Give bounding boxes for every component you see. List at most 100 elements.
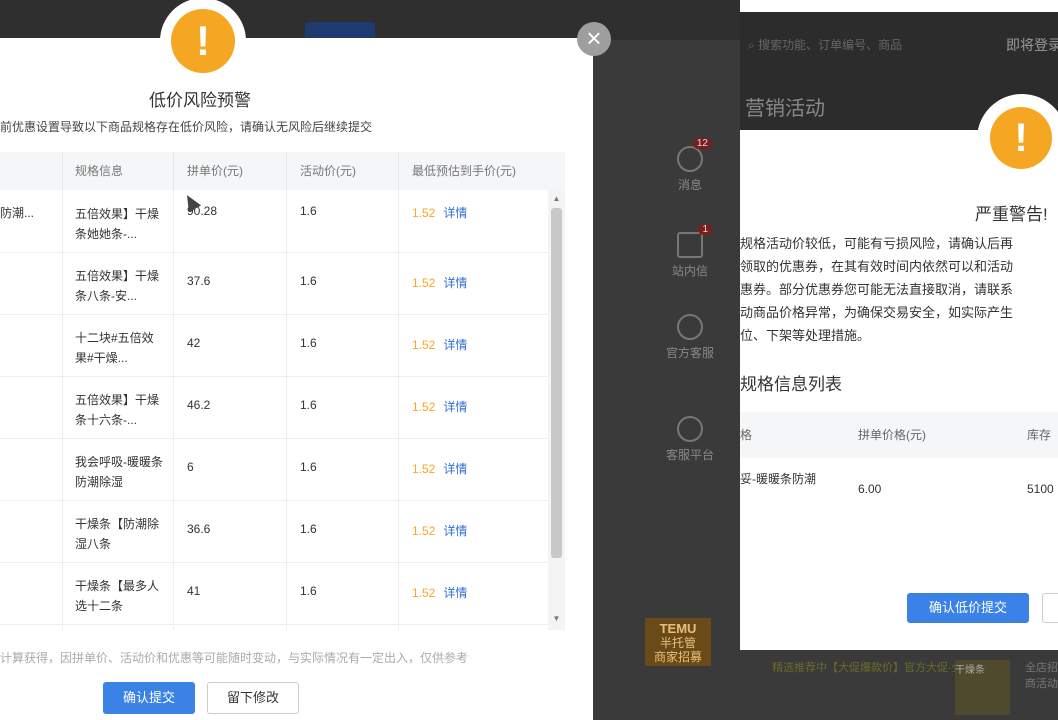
background-search: ⌕ 搜索功能、订单编号、商品 [748, 38, 903, 52]
column-divider [173, 152, 174, 190]
group-price-cell: 46.2 [187, 398, 211, 412]
stay-modify-button[interactable]: 留下修改 [207, 682, 299, 714]
sidebar-label: 客服平台 [665, 448, 714, 462]
chat-icon [677, 416, 703, 442]
background-topbar [0, 0, 740, 48]
sidebar-label: 消息 [677, 178, 702, 192]
promo-right-text: 全店招商活动 [1025, 662, 1058, 690]
column-header-lowest-price: 最低预估到手价(元) [412, 164, 516, 178]
activity-price-cell: 1.6 [300, 398, 317, 412]
background-header-link: 即将登录 [1006, 37, 1058, 53]
spec-cell: 我会呼吸-暖暖条防潮除湿 [75, 455, 163, 489]
bell-icon [677, 146, 703, 172]
table-body[interactable]: 防潮... 五倍效果】干燥条她她条-... 90.28 1.6 1.52 详情 五… [0, 190, 565, 630]
inbox-badge: 1 [698, 224, 712, 235]
detail-link[interactable]: 详情 [443, 400, 467, 414]
column-divider [286, 152, 287, 190]
activity-price-cell: 1.6 [300, 336, 317, 350]
goods-cell: 防潮... [0, 206, 35, 220]
dialog-footnote: 计算获得，因拼单价、活动价和优惠等可能随时变动，与实际情况有一定出入，仅供参考 [0, 651, 469, 665]
table-row: 五倍效果】干燥条十六条-... 46.2 1.6 1.52 详情 [0, 376, 548, 439]
column-header: 库存 [1027, 412, 1052, 458]
background-sidebar: 12 消息 1 站内信 官方客服 客服平台 [650, 110, 730, 510]
temu-sub: 半托管 [659, 636, 696, 650]
group-price-cell: 6 [187, 460, 194, 474]
column-divider [398, 152, 399, 190]
lowest-price-cell: 1.52 详情 [412, 274, 467, 291]
activity-price-cell: 1.6 [300, 584, 317, 598]
severe-warning-text: 规格活动价较低，可能有亏损风险，请确认后再 领取的优惠券，在其有效时间内依然可以… [740, 232, 1058, 347]
promo-image: 干燥条 [955, 660, 1010, 715]
group-price-cell: 36.6 [187, 522, 211, 536]
lowest-price-cell: 1.52 详情 [412, 336, 467, 353]
temu-tag: 商家招募 [653, 650, 702, 664]
spec-list-title: 规格信息列表 [740, 375, 842, 394]
scrollbar-thumb[interactable] [551, 208, 562, 558]
detail-link[interactable]: 详情 [443, 338, 467, 352]
table-row: 我会呼吸-暖暖条防潮除湿 6 1.6 1.52 详情 [0, 438, 548, 501]
detail-link[interactable]: 详情 [443, 462, 467, 476]
background-page-title: 营销活动 [745, 98, 825, 120]
promo-image-label: 干燥条 [955, 665, 985, 676]
warning-line: 惠券。部分优惠券您可能无法直接取消，请联系 [740, 282, 1014, 297]
lowest-price-value: 1.52 [412, 276, 436, 290]
lowest-price-value: 1.52 [412, 400, 436, 414]
warning-line: 规格活动价较低，可能有亏损风险，请确认后再 [740, 236, 1014, 251]
activity-price-cell: 1.6 [300, 274, 317, 288]
spec-cell: 干燥条【防潮除湿八条 [75, 517, 160, 551]
column-divider [62, 152, 63, 190]
spec-cell: 十二块#五倍效果#干燥... [75, 331, 154, 365]
headset-icon [677, 314, 703, 340]
detail-link[interactable]: 详情 [443, 276, 467, 290]
sidebar-label: 站内信 [671, 264, 708, 278]
table-row: 五倍效果】干燥条八条-安... 37.6 1.6 1.52 详情 [0, 252, 548, 315]
table-row: 干燥条【防潮除湿八条 36.6 1.6 1.52 详情 [0, 500, 548, 563]
spec-cell: 五倍效果】干燥条八条-安... [75, 269, 160, 303]
warning-icon: ! [990, 107, 1052, 169]
lowest-price-cell: 1.52 详情 [412, 460, 467, 477]
table-row: 防潮... 五倍效果】干燥条她她条-... 90.28 1.6 1.52 详情 [0, 190, 548, 253]
temu-banner: TEMU 半托管 商家招募 [645, 618, 711, 666]
lowest-price-cell: 1.52 详情 [412, 584, 467, 601]
stock-cell: 5100 [1027, 482, 1054, 496]
spec-cell: 妥-暖暖条防潮 [740, 472, 816, 486]
dialog-title: 低价风险预警 [149, 91, 251, 110]
lowest-price-cell: 1.52 详情 [412, 204, 467, 221]
scroll-down-arrow-icon[interactable]: ▼ [551, 614, 562, 624]
spec-cell: 五倍效果】干燥条十六条-... [75, 393, 160, 427]
lowest-price-value: 1.52 [412, 206, 436, 220]
warning-icon-wrap: ! [977, 94, 1058, 184]
close-icon[interactable]: × [577, 22, 611, 56]
temu-logo: TEMU [659, 621, 697, 636]
severe-warning-dialog: ! 严重警告! 规格活动价较低，可能有亏损风险，请确认后再 领取的优惠券，在其有… [740, 94, 1058, 650]
column-header-activity-price: 活动价(元) [300, 164, 356, 178]
secondary-button[interactable] [1042, 593, 1058, 623]
price-cell: 6.00 [858, 482, 882, 496]
sidebar-label: 官方客服 [665, 346, 714, 360]
background-strip [740, 0, 1058, 12]
lowest-price-value: 1.52 [412, 462, 436, 476]
warning-icon: ! [171, 9, 235, 73]
mail-icon [677, 232, 703, 258]
spec-cell: 干燥条【最多人选十二条 [75, 579, 160, 613]
column-header-group-price: 拼单价(元) [187, 164, 243, 178]
low-price-warning-dialog: ! 低价风险预警 前优惠设置导致以下商品规格存在低价风险，请确认无风险后继续提交… [0, 0, 593, 720]
group-price-cell: 42 [187, 336, 201, 350]
lowest-price-cell: 1.52 详情 [412, 398, 467, 415]
sidebar-item-support: 官方客服 [650, 314, 730, 361]
scroll-up-arrow-icon[interactable]: ▲ [551, 194, 562, 204]
confirm-submit-button[interactable]: 确认提交 [103, 682, 195, 714]
detail-link[interactable]: 详情 [443, 206, 467, 220]
sidebar-item-messages: 12 消息 [650, 138, 730, 193]
lowest-price-cell: 1.52 详情 [412, 522, 467, 539]
sidebar-item-inbox: 1 站内信 [650, 224, 730, 279]
detail-link[interactable]: 详情 [443, 586, 467, 600]
detail-link[interactable]: 详情 [443, 524, 467, 538]
warning-line: 位、下架等处理措施。 [740, 328, 871, 343]
spec-cell: 五倍效果】干燥条她她条-... [75, 207, 160, 241]
column-header: 拼单价格(元) [858, 412, 926, 458]
table-scrollbar[interactable]: ▲ ▼ [548, 190, 565, 630]
lowest-price-value: 1.52 [412, 338, 436, 352]
column-header-spec: 规格信息 [75, 164, 124, 178]
confirm-low-price-button[interactable]: 确认低价提交 [907, 593, 1029, 623]
